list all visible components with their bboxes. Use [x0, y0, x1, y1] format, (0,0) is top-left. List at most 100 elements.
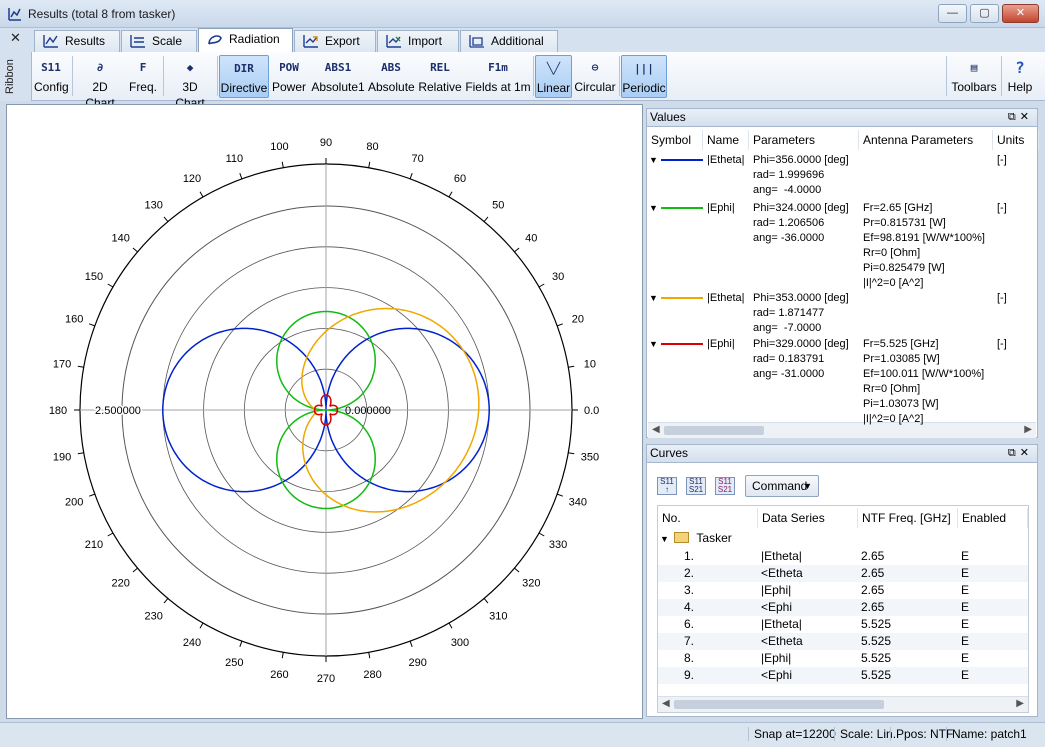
tasker-group[interactable]: ▼ Tasker — [660, 530, 732, 547]
table-row[interactable]: 2. <Etheta 2.65 E — [658, 565, 1028, 582]
angle-tick — [568, 452, 575, 455]
relative-button[interactable]: REL Relative — [417, 55, 463, 98]
fields-at-1m-button[interactable]: F1m Fields at 1m — [465, 55, 531, 98]
linear-button[interactable]: ╲╱ Linear — [535, 55, 572, 98]
curves-hscroll[interactable]: ◀ ▶ — [658, 696, 1028, 712]
circular-icon: ⊖ — [591, 61, 599, 74]
angle-label: 240 — [183, 637, 201, 649]
values-pane: Values ⧉✕ Symbol Name Parameters Antenna … — [646, 108, 1039, 438]
angle-tick — [77, 365, 84, 368]
periodic-icon: ||| — [634, 62, 654, 75]
app-icon — [8, 8, 21, 21]
values-col-name[interactable]: Name — [703, 130, 749, 150]
table-row[interactable]: 6. |Etheta| 5.525 E — [658, 616, 1028, 633]
command-dropdown[interactable]: Command ▼ — [745, 475, 819, 497]
chevron-down-icon[interactable]: ▼ — [660, 534, 669, 544]
angle-label: 20 — [572, 313, 584, 325]
curves-col-no[interactable]: No. — [658, 508, 758, 528]
tab-import[interactable]: Import — [377, 30, 459, 52]
chart-3d-icon: ◆ — [186, 61, 194, 74]
angle-tick — [568, 365, 575, 368]
chevron-down-icon[interactable]: ▼ — [649, 201, 658, 216]
antenna-parameter-line: Ef=98.8191 [W/W*100%] — [863, 232, 985, 244]
values-hscroll[interactable]: ◀ ▶ — [648, 422, 1036, 438]
values-col-parameters[interactable]: Parameters — [749, 130, 859, 150]
values-col-units[interactable]: Units — [993, 130, 1039, 150]
tab-additional[interactable]: Additional — [460, 30, 558, 52]
help-button[interactable]: ? Help — [1004, 55, 1036, 98]
row-enabled: E — [961, 651, 970, 665]
config-button[interactable]: S11 Config — [34, 55, 69, 98]
row-freq: 5.525 — [861, 651, 892, 665]
parameter-line: rad= 1.871477 — [753, 307, 825, 319]
freq-icon: F — [139, 61, 147, 74]
row-series: <Etheta — [761, 634, 803, 648]
angle-label: 30 — [552, 271, 564, 283]
row-series: <Etheta — [761, 566, 803, 580]
tab-scale[interactable]: Scale — [121, 30, 197, 52]
row-number: 8. — [684, 651, 695, 665]
curves-col-series[interactable]: Data Series — [758, 508, 858, 528]
tab-export[interactable]: Export — [294, 30, 376, 52]
angle-tick — [239, 640, 243, 647]
ribbon-close-icon[interactable]: ✕ — [10, 30, 21, 46]
s11-icon[interactable]: S11 ↑ — [657, 477, 677, 495]
values-col-symbol[interactable]: Symbol — [647, 130, 703, 150]
table-row[interactable]: 9. <Ephi 5.525 E — [658, 667, 1028, 684]
series-symbol — [661, 343, 703, 345]
curves-col-freq[interactable]: NTF Freq. [GHz] — [858, 508, 958, 528]
antenna-parameter-line: Pi=0.825479 [W] — [863, 262, 945, 274]
chevron-down-icon[interactable]: ▼ — [649, 337, 658, 352]
row-number: 6. — [684, 617, 695, 631]
row-number: 4. — [684, 600, 695, 614]
table-row[interactable]: 3. |Ephi| 2.65 E — [658, 582, 1028, 599]
minimize-button[interactable]: — — [938, 4, 967, 23]
angle-label: 110 — [226, 153, 244, 165]
angle-label: 100 — [270, 141, 288, 153]
table-row[interactable]: 1. |Etheta| 2.65 E — [658, 548, 1028, 565]
periodic-button[interactable]: ||| Periodic — [621, 55, 667, 98]
table-row[interactable]: 8. |Ephi| 5.525 E — [658, 650, 1028, 667]
pane-float-close-icons[interactable]: ⧉✕ — [1008, 445, 1033, 462]
maximize-button[interactable]: ▢ — [970, 4, 999, 23]
row-freq: 5.525 — [861, 617, 892, 631]
curves-pane-header: Curves ⧉✕ — [647, 445, 1037, 463]
tab-radiation[interactable]: Radiation — [198, 28, 293, 52]
table-row[interactable]: 4. <Ephi 2.65 E — [658, 599, 1028, 616]
linear-icon: ╲╱ — [546, 62, 561, 75]
angle-label: 70 — [412, 153, 424, 165]
absolute1-button[interactable]: ABS1 Absolute1 — [310, 55, 366, 98]
power-button[interactable]: POW Power — [271, 55, 307, 98]
table-row[interactable]: 7. <Etheta 5.525 E — [658, 633, 1028, 650]
row-series: |Ephi| — [761, 583, 792, 597]
chevron-down-icon[interactable]: ▼ — [649, 291, 658, 306]
chevron-down-icon[interactable]: ▼ — [649, 153, 658, 168]
curves-col-enabled[interactable]: Enabled — [958, 508, 1028, 528]
help-icon: ? — [1015, 58, 1025, 77]
angle-label: 280 — [363, 669, 381, 681]
series-name: |Etheta| — [707, 292, 745, 304]
chart-panel[interactable]: 10 20 30 40 50 60 70 80 90 100 110 120 130 140 150 160 1… — [6, 104, 643, 719]
s11-s21-icon[interactable]: S11 S21 — [686, 477, 706, 495]
close-button[interactable]: ✕ — [1002, 4, 1039, 23]
pane-float-close-icons[interactable]: ⧉✕ — [1008, 109, 1033, 126]
s21-icon[interactable]: S11 S21 — [715, 477, 735, 495]
freq-button[interactable]: F Freq. — [126, 55, 160, 98]
chart-3d-button[interactable]: ◆ 3D Chart — [166, 55, 214, 110]
status-snap: Snap at=12200 — [748, 727, 836, 741]
angle-tick — [538, 532, 545, 537]
toolbars-button[interactable]: ▤ Toolbars — [950, 55, 998, 98]
antenna-parameter-line: |I|^2=0 [A^2] — [863, 277, 924, 289]
circular-button[interactable]: ⊖ Circular — [574, 55, 616, 98]
status-scale: Scale: Lin. — [834, 727, 896, 741]
values-pane-header: Values ⧉✕ — [647, 109, 1037, 127]
directive-button[interactable]: DIR Directive — [219, 55, 269, 98]
chart-2d-button[interactable]: ∂ 2D Chart — [76, 55, 124, 110]
values-col-antenna[interactable]: Antenna Parameters — [859, 130, 993, 150]
series-symbol — [661, 159, 703, 161]
polar-chart[interactable]: 10 20 30 40 50 60 70 80 90 100 110 120 130 140 150 160 1… — [7, 105, 642, 718]
absolute-button[interactable]: ABS Absolute — [368, 55, 415, 98]
parameter-line: Phi=324.0000 [deg] — [753, 202, 849, 214]
tab-results[interactable]: Results — [34, 30, 120, 52]
window-title: Results (total 8 from tasker) — [28, 7, 176, 21]
